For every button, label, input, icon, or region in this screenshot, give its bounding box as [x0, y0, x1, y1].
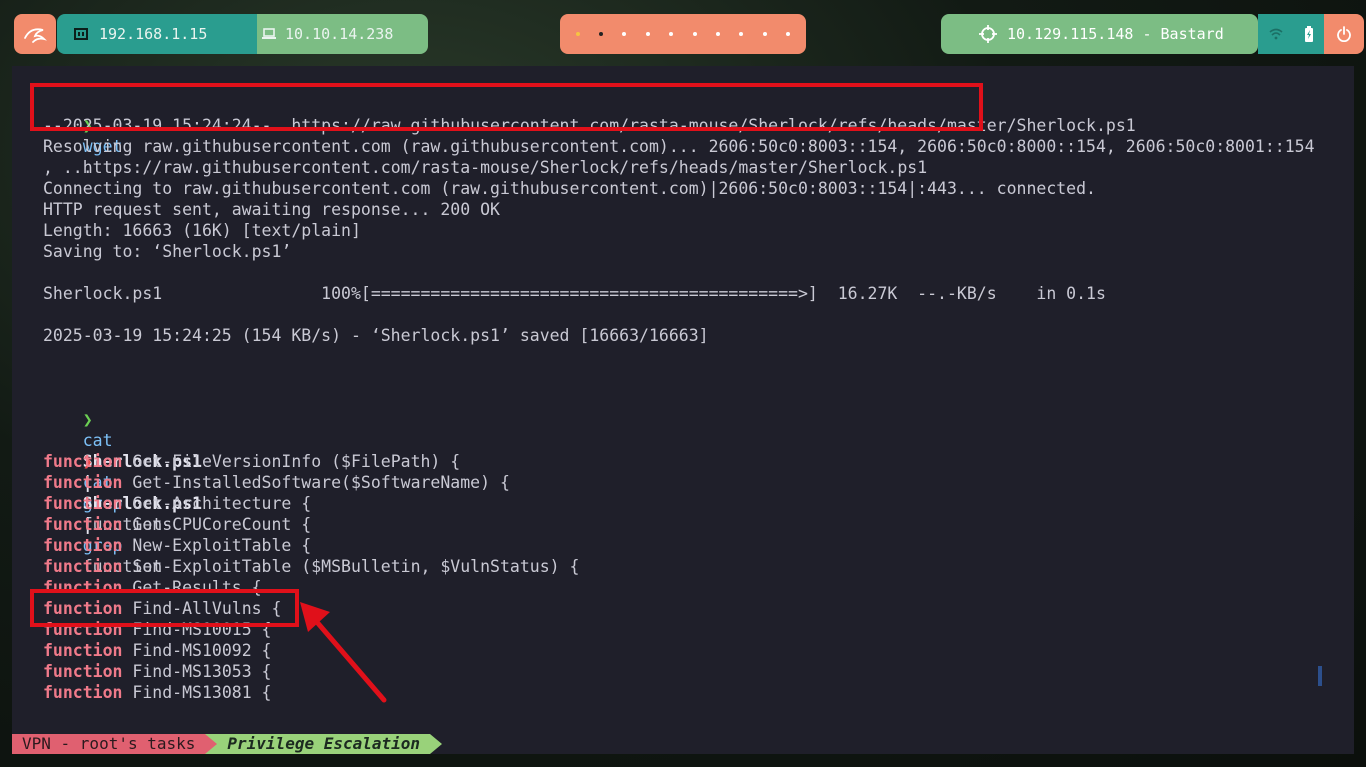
workspace-dot[interactable]	[575, 32, 580, 36]
top-bar: 192.168.1.15 10.10.14.238 10.129.115.148…	[0, 0, 1366, 66]
function-keyword: function	[43, 515, 123, 534]
function-signature: Find-MS10092 {	[132, 641, 272, 660]
workspace-dot[interactable]	[599, 32, 604, 36]
task-label: Privilege Escalation	[227, 734, 421, 753]
tmux-status-bar: VPN - root's tasks Privilege Escalation	[12, 734, 443, 754]
function-signature: Find-MS13053 {	[132, 662, 272, 681]
crosshair-icon	[979, 25, 997, 43]
scrollbar-thumb[interactable]	[1318, 666, 1322, 686]
function-keyword: function	[43, 452, 123, 471]
command-args: https://raw.githubusercontent.com/rasta-…	[82, 158, 928, 177]
function-line: function Find-MS10092 {	[43, 640, 272, 661]
target-indicator: 10.129.115.148 - Bastard	[941, 14, 1258, 54]
separator-arrow-icon	[205, 734, 218, 754]
power-icon	[1336, 26, 1352, 42]
function-line: function Find-MS13053 {	[43, 661, 272, 682]
function-keyword: function	[43, 662, 123, 681]
system-tray	[1258, 14, 1324, 54]
output-line: Connecting to raw.githubusercontent.com …	[43, 179, 1096, 198]
workspace-dot[interactable]	[622, 32, 627, 36]
highlight-box-wget	[30, 83, 983, 131]
function-line: function Get-FileVersionInfo ($FilePath)…	[43, 451, 460, 472]
laptop-icon	[261, 27, 277, 41]
function-line: function Find-MS13081 {	[43, 682, 272, 703]
ethernet-icon	[73, 26, 89, 42]
separator-arrow-icon	[430, 734, 443, 754]
power-button[interactable]	[1324, 14, 1364, 54]
function-signature: Find-MS13081 {	[132, 683, 272, 702]
function-signature: Get-FileVersionInfo ($FilePath) {	[132, 452, 461, 471]
workspace-dot[interactable]	[645, 32, 650, 36]
local-ip-indicator: 192.168.1.15	[57, 14, 257, 54]
function-line: function New-ExploitTable {	[43, 535, 311, 556]
output-line: Length: 16663 (16K) [text/plain]	[43, 221, 361, 240]
function-signature: Set-ExploitTable ($MSBulletin, $VulnStat…	[132, 557, 580, 576]
workspace-dot[interactable]	[716, 32, 721, 36]
output-line: HTTP request sent, awaiting response... …	[43, 200, 500, 219]
output-line: , ...	[43, 158, 93, 177]
workspace-dot[interactable]	[669, 32, 674, 36]
kali-dragon-icon	[23, 24, 47, 44]
function-keyword: function	[43, 683, 123, 702]
annotation-arrow-icon	[300, 602, 387, 703]
function-signature: New-ExploitTable {	[132, 536, 312, 555]
battery-icon[interactable]	[1304, 26, 1314, 42]
workspace-dot[interactable]	[692, 32, 697, 36]
function-keyword: function	[43, 557, 123, 576]
prompt-glyph: ❯	[82, 410, 93, 429]
kali-menu-button[interactable]	[14, 14, 56, 54]
task-tab[interactable]: Privilege Escalation	[205, 734, 443, 754]
output-line: Saving to: ‘Sherlock.ps1’	[43, 242, 292, 261]
output-line: Sherlock.ps1 100%[======================…	[43, 284, 1106, 303]
highlight-box-find-allvulns	[30, 589, 299, 627]
target-text: 10.129.115.148 - Bastard	[1007, 25, 1224, 43]
network-icon[interactable]	[1268, 28, 1283, 40]
function-keyword: function	[43, 473, 123, 492]
session-tab[interactable]: VPN - root's tasks	[12, 734, 218, 754]
function-keyword: function	[43, 641, 123, 660]
vpn-ip-indicator: 10.10.14.238	[257, 14, 428, 54]
workspace-switcher[interactable]	[560, 14, 806, 54]
function-signature: Get-InstalledSoftware($SoftwareName) {	[132, 473, 510, 492]
output-line: Resolving raw.githubusercontent.com (raw…	[43, 137, 1315, 156]
function-keyword: function	[43, 536, 123, 555]
workspace-dot[interactable]	[786, 32, 791, 36]
function-line: function Get-CPUCoreCount {	[43, 514, 311, 535]
workspace-dot[interactable]	[739, 32, 744, 36]
local-ip-text: 192.168.1.15	[99, 25, 208, 43]
vpn-ip-text: 10.10.14.238	[285, 25, 394, 43]
output-line: 2025-03-19 15:24:25 (154 KB/s) - ‘Sherlo…	[43, 326, 709, 345]
function-line: function Get-InstalledSoftware($Software…	[43, 472, 510, 493]
function-signature: Get-CPUCoreCount {	[132, 515, 312, 534]
function-keyword: function	[43, 494, 123, 513]
terminal-window[interactable]: ❯ wget https://raw.githubusercontent.com…	[12, 66, 1354, 754]
session-label: VPN - root's tasks	[22, 734, 196, 753]
workspace-dot[interactable]	[762, 32, 767, 36]
function-line: function Set-ExploitTable ($MSBulletin, …	[43, 556, 579, 577]
function-line: function Get-Architecture {	[43, 493, 311, 514]
function-signature: Get-Architecture {	[132, 494, 312, 513]
